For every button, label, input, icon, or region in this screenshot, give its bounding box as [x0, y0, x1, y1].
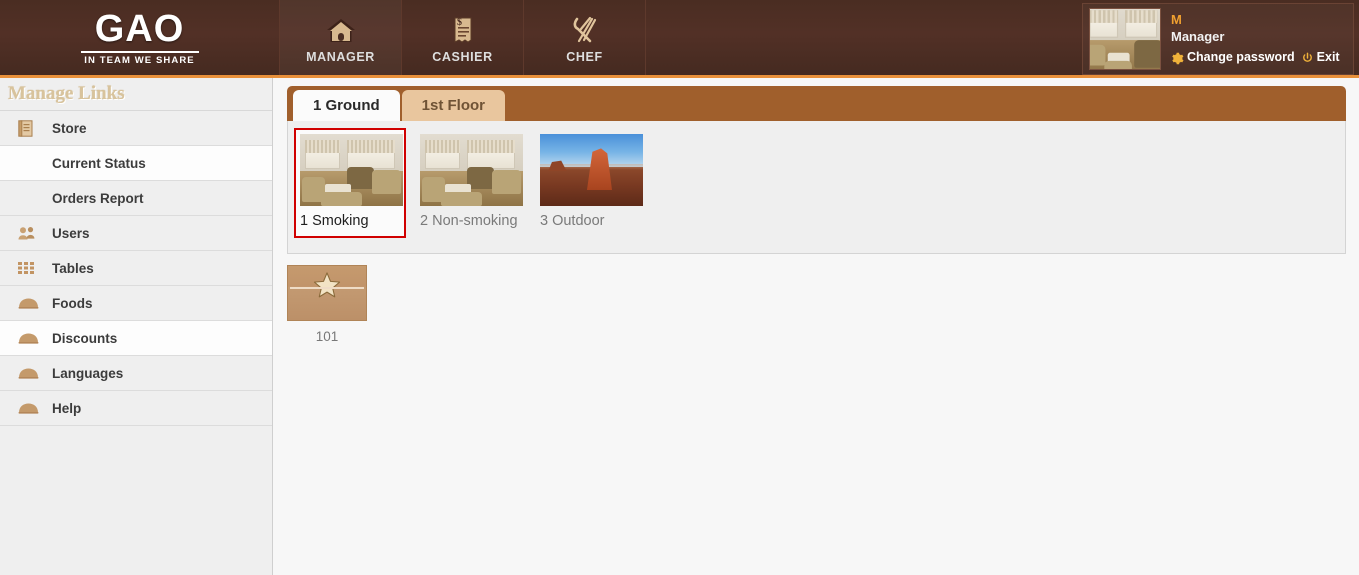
- app-header: GAO IN TEAM WE SHARE MANAGER $ CASHIER C…: [0, 0, 1359, 78]
- tab-label-first-floor: 1st Floor: [421, 97, 486, 114]
- exit-label: Exit: [1316, 50, 1340, 65]
- area-thumbnail: [300, 134, 403, 206]
- logo-text: GAO: [94, 7, 185, 50]
- sidebar-label-users: Users: [52, 225, 90, 241]
- sidebar-label-foods: Foods: [52, 295, 93, 311]
- sidebar-label-discounts: Discounts: [52, 330, 118, 346]
- user-role: Manager: [1171, 29, 1225, 45]
- dome-icon: [18, 332, 52, 344]
- sidebar-title: Manage Links: [0, 78, 272, 111]
- sidebar-item-store[interactable]: Store: [0, 111, 272, 146]
- table-tile[interactable]: [287, 265, 367, 321]
- sidebar-label-orders-report: Orders Report: [52, 190, 144, 206]
- area-card-outdoor[interactable]: 3 Outdoor: [534, 128, 646, 238]
- dome-icon: [18, 297, 52, 309]
- floor-tabstrip: 1 Ground 1st Floor: [287, 86, 1346, 121]
- exit-button[interactable]: Exit: [1301, 50, 1340, 66]
- area-label-non-smoking: 2 Non-smoking: [420, 213, 518, 229]
- sidebar-label-help: Help: [52, 400, 82, 416]
- user-info: M Manager Change password Exit: [1161, 12, 1340, 66]
- sidebar-item-users[interactable]: Users: [0, 216, 272, 251]
- user-panel: M Manager Change password Exit: [1082, 3, 1354, 75]
- tab-first-floor[interactable]: 1st Floor: [401, 90, 506, 121]
- sidebar-item-current-status[interactable]: Current Status: [0, 146, 272, 181]
- logo-tagline: IN TEAM WE SHARE: [84, 54, 195, 66]
- sidebar-item-languages[interactable]: Languages: [0, 356, 272, 391]
- users-icon: [18, 226, 52, 241]
- tab-ground[interactable]: 1 Ground: [293, 90, 400, 121]
- tables-grid: 101: [287, 265, 1359, 344]
- star-icon: [313, 272, 341, 298]
- home-icon: [326, 15, 356, 45]
- nav-tab-cashier[interactable]: $ CASHIER: [402, 0, 524, 75]
- brand-logo: GAO IN TEAM WE SHARE: [0, 0, 280, 75]
- sidebar-item-discounts[interactable]: Discounts: [0, 321, 272, 356]
- grid-icon: [18, 262, 52, 274]
- dome-icon: [18, 367, 52, 379]
- power-icon: [1302, 52, 1312, 62]
- table-item-101[interactable]: 101: [287, 265, 380, 344]
- user-initial: M: [1171, 11, 1182, 27]
- table-label-101: 101: [315, 329, 339, 344]
- change-password-button[interactable]: Change password: [1171, 50, 1295, 66]
- nav-label-chef: CHEF: [566, 50, 603, 64]
- change-password-label: Change password: [1187, 50, 1295, 65]
- main-content: 1 Ground 1st Floor 1 Smoking 2 Non-smoki…: [273, 78, 1359, 575]
- gear-icon: [1172, 52, 1184, 65]
- dome-icon: [18, 402, 52, 414]
- area-thumbnail: [420, 134, 523, 206]
- sidebar-label-current-status: Current Status: [52, 155, 146, 171]
- sidebar-item-foods[interactable]: Foods: [0, 286, 272, 321]
- sidebar-label-languages: Languages: [52, 365, 124, 381]
- sidebar-label-store: Store: [52, 120, 87, 136]
- tab-label-ground: 1 Ground: [313, 97, 380, 114]
- body-wrapper: Manage Links Store Current Status Orders…: [0, 78, 1359, 575]
- sidebar-item-orders-report[interactable]: Orders Report: [0, 181, 272, 216]
- area-card-non-smoking[interactable]: 2 Non-smoking: [414, 128, 526, 238]
- area-label-smoking: 1 Smoking: [300, 213, 369, 229]
- sidebar-item-help[interactable]: Help: [0, 391, 272, 426]
- sidebar: Manage Links Store Current Status Orders…: [0, 78, 273, 575]
- nav-label-cashier: CASHIER: [432, 50, 493, 64]
- avatar: [1089, 8, 1161, 70]
- receipt-icon: $: [451, 15, 475, 45]
- user-actions: Change password Exit: [1171, 50, 1340, 66]
- book-icon: [18, 119, 52, 137]
- nav-tab-manager[interactable]: MANAGER: [280, 0, 402, 75]
- sidebar-item-tables[interactable]: Tables: [0, 251, 272, 286]
- logo-divider: [80, 50, 199, 53]
- sidebar-label-tables: Tables: [52, 260, 94, 276]
- area-label-outdoor: 3 Outdoor: [540, 213, 605, 229]
- sidebar-filler: [0, 426, 272, 575]
- areas-panel: 1 Smoking 2 Non-smoking 3 Outdoor: [287, 121, 1346, 254]
- nav-label-manager: MANAGER: [306, 50, 375, 64]
- fork-knife-icon: [570, 15, 600, 45]
- area-thumbnail: [540, 134, 643, 206]
- svg-text:$: $: [457, 17, 462, 28]
- area-card-smoking[interactable]: 1 Smoking: [294, 128, 406, 239]
- nav-tab-chef[interactable]: CHEF: [524, 0, 646, 75]
